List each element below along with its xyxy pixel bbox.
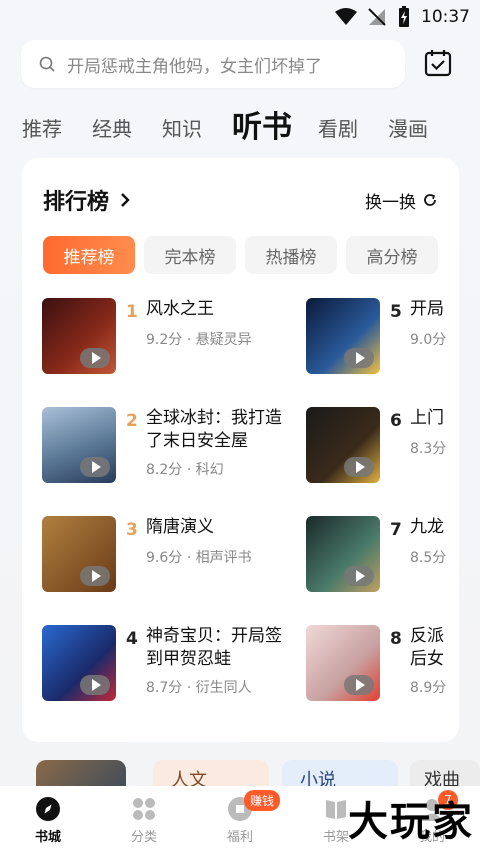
wifi-icon — [335, 8, 357, 25]
chip-recommend[interactable]: 推荐榜 — [43, 236, 135, 274]
search-placeholder: 开局惩戒主角他妈，女主们坏掉了 — [67, 56, 322, 77]
book-cover — [306, 625, 380, 701]
calendar-checkin-icon[interactable] — [423, 48, 453, 78]
search-input[interactable]: 开局惩戒主角他妈，女主们坏掉了 — [21, 40, 405, 88]
rank-item[interactable]: 7 九龙 8.5分 — [306, 516, 459, 592]
rank-item[interactable]: 6 上门 8.3分 — [306, 407, 459, 483]
chip-hot[interactable]: 热播榜 — [245, 236, 337, 274]
status-time: 10:37 — [421, 7, 470, 27]
tab-comics[interactable]: 漫画 — [388, 113, 428, 156]
play-icon[interactable] — [344, 457, 374, 477]
book-title: 隋唐演义 — [146, 517, 214, 537]
book-title: 上门 — [410, 408, 444, 428]
rank-number: 4 — [126, 629, 138, 649]
play-icon[interactable] — [80, 348, 110, 368]
book-cover — [42, 516, 116, 592]
chevron-right-icon — [121, 193, 130, 207]
nav-label: 分类 — [130, 830, 157, 845]
book-title: 九龙 — [410, 517, 444, 537]
play-icon[interactable] — [80, 675, 110, 695]
book-meta: 8.2分 · 科幻 — [146, 462, 224, 478]
play-icon[interactable] — [80, 566, 110, 586]
book-title: 全球冰封：我打造了末日安全屋 — [146, 408, 282, 451]
nav-label: 书架 — [322, 830, 349, 845]
search-icon — [39, 56, 55, 72]
book-meta: 8.7分 · 衍生同人 — [146, 680, 252, 696]
battery-icon — [399, 6, 409, 27]
refresh-icon — [424, 194, 436, 206]
ranking-header: 排行榜 换一换 — [43, 184, 438, 216]
no-signal-icon — [368, 8, 386, 26]
play-icon[interactable] — [344, 566, 374, 586]
ranking-title-link[interactable]: 排行榜 — [43, 184, 131, 216]
nav-label: 福利 — [226, 830, 253, 845]
rank-item[interactable]: 8 反派后女 8.9分 — [306, 625, 459, 701]
rank-item[interactable]: 3 隋唐演义 9.6分 · 相声评书 — [42, 516, 312, 592]
refresh-button[interactable]: 换一换 — [365, 188, 438, 213]
book-icon — [326, 800, 346, 819]
book-cover — [42, 625, 116, 701]
refresh-label: 换一换 — [365, 192, 416, 213]
chip-complete[interactable]: 完本榜 — [144, 236, 236, 274]
tab-drama[interactable]: 看剧 — [318, 113, 358, 156]
book-meta: 8.5分 — [410, 550, 447, 566]
rank-number: 7 — [390, 520, 402, 540]
book-cover — [306, 516, 380, 592]
book-cover — [306, 407, 380, 483]
nav-bookstore[interactable]: 书城 — [8, 796, 88, 845]
rank-number: 5 — [390, 302, 402, 322]
rank-item[interactable]: 1 风水之王 9.2分 · 悬疑灵异 — [42, 298, 312, 374]
tab-recommend[interactable]: 推荐 — [22, 113, 62, 156]
book-title: 神奇宝贝：开局签到甲贺忍蛙 — [146, 626, 282, 669]
rank-number: 1 — [126, 302, 138, 322]
rank-item[interactable]: 4 神奇宝贝：开局签到甲贺忍蛙 8.7分 · 衍生同人 — [42, 625, 312, 701]
book-cover — [42, 407, 116, 483]
book-cover — [306, 298, 380, 374]
chip-high-score[interactable]: 高分榜 — [346, 236, 438, 274]
rank-item[interactable]: 5 开局 9.0分 — [306, 298, 459, 374]
book-title: 开局 — [410, 299, 444, 319]
ranking-card: 排行榜 换一换 推荐榜 完本榜 热播榜 高分榜 1 风水之王 9.2分 · 悬疑灵… — [22, 158, 459, 742]
grid-icon — [133, 798, 155, 820]
nav-welfare[interactable]: 赚钱 福利 — [200, 790, 280, 845]
rank-number: 6 — [390, 411, 402, 431]
rank-item[interactable]: 2 全球冰封：我打造了末日安全屋 8.2分 · 科幻 — [42, 407, 312, 483]
tab-knowledge[interactable]: 知识 — [162, 113, 202, 156]
book-meta: 8.9分 — [410, 680, 447, 696]
play-icon[interactable] — [344, 675, 374, 695]
play-icon[interactable] — [80, 457, 110, 477]
tab-audiobook[interactable]: 听书 — [232, 102, 292, 156]
compass-icon — [36, 797, 60, 821]
ranking-chips: 推荐榜 完本榜 热播榜 高分榜 — [43, 236, 438, 274]
tab-classic[interactable]: 经典 — [92, 113, 132, 156]
play-icon[interactable] — [344, 348, 374, 368]
status-bar: 10:37 — [0, 0, 480, 34]
book-meta: 9.6分 · 相声评书 — [146, 550, 252, 566]
book-meta: 9.0分 — [410, 332, 447, 348]
book-title: 风水之王 — [146, 299, 214, 319]
book-meta: 9.2分 · 悬疑灵异 — [146, 332, 252, 348]
watermark-logo: 大玩家 — [348, 799, 474, 845]
search-row: 开局惩戒主角他妈，女主们坏掉了 — [21, 40, 459, 88]
nav-category[interactable]: 分类 — [104, 796, 184, 845]
nav-label: 书城 — [34, 830, 61, 845]
book-meta: 8.3分 — [410, 441, 447, 457]
rank-number: 3 — [126, 520, 138, 540]
rank-number: 2 — [126, 411, 138, 431]
welfare-badge: 赚钱 — [244, 790, 280, 811]
book-cover — [42, 298, 116, 374]
category-tabs: 推荐 经典 知识 听书 看剧 漫画 — [22, 100, 480, 156]
book-title: 反派后女 — [410, 626, 444, 669]
rank-number: 8 — [390, 629, 402, 649]
ranking-title: 排行榜 — [43, 190, 110, 215]
